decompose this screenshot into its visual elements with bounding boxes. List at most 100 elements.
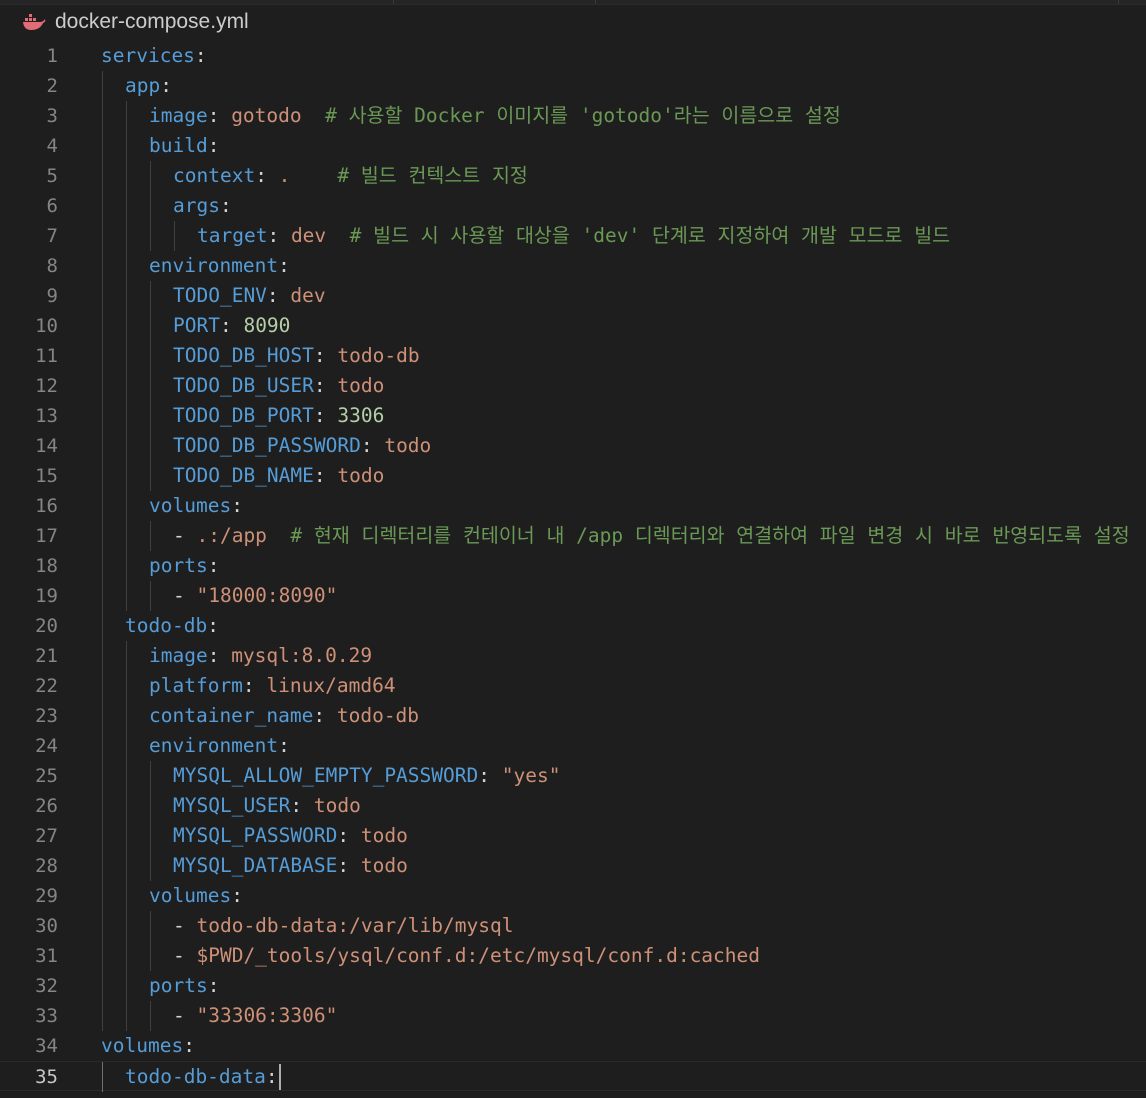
line-number: 33: [35, 1005, 58, 1027]
indent-guide: [102, 221, 103, 251]
code-text: environment:: [149, 251, 290, 281]
code-text: image: gotodo # 사용할 Docker 이미지를 'gotodo'…: [149, 101, 841, 131]
code-line[interactable]: 18 ports:: [0, 551, 1146, 581]
code-token: environment: [149, 734, 279, 757]
indent-guide: [102, 491, 103, 521]
indent-guide: [150, 431, 151, 461]
line-number: 7: [46, 225, 58, 247]
line-number: 20: [35, 615, 58, 637]
indent-guide: [150, 821, 151, 851]
code-line[interactable]: 32 ports:: [0, 971, 1146, 1001]
code-token: image: [149, 644, 208, 667]
code-token: :: [242, 674, 267, 697]
line-number: 32: [35, 975, 58, 997]
line-number: 26: [35, 795, 58, 817]
code-line[interactable]: 17 - .:/app # 현재 디렉터리를 컨테이너 내 /app 디렉터리와 …: [0, 521, 1146, 551]
code-token: todo-db: [125, 614, 208, 637]
indent-guide: [126, 671, 127, 701]
code-line[interactable]: 1 services:: [0, 41, 1146, 71]
code-line[interactable]: 25 MYSQL_ALLOW_EMPTY_PASSWORD: "yes": [0, 761, 1146, 791]
code-text: MYSQL_DATABASE: todo: [173, 851, 408, 881]
code-line[interactable]: 2 app:: [0, 71, 1146, 101]
code-line[interactable]: 33 - "33306:3306": [0, 1001, 1146, 1031]
code-line[interactable]: 16 volumes:: [0, 491, 1146, 521]
indent-guide: [102, 911, 103, 941]
code-line[interactable]: 23 container_name: todo-db: [0, 701, 1146, 731]
code-line[interactable]: 31 - $PWD/_tools/ysql/conf.d:/etc/mysql/c…: [0, 941, 1146, 971]
code-line[interactable]: 5 context: . # 빌드 컨텍스트 지정: [0, 161, 1146, 191]
code-line[interactable]: 21 image: mysql:8.0.29: [0, 641, 1146, 671]
code-text: TODO_DB_HOST: todo-db: [173, 341, 420, 371]
line-number: 21: [35, 645, 58, 667]
code-line[interactable]: 30 - todo-db-data:/var/lib/mysql: [0, 911, 1146, 941]
code-token: :: [207, 644, 232, 667]
code-token: :: [360, 434, 385, 457]
code-token: :: [231, 884, 243, 907]
code-editor[interactable]: 1 services: 2 app: 3 image: gotodo # 사용할 Dock…: [0, 41, 1146, 1098]
code-token: todo: [360, 854, 408, 877]
code-token: volumes: [149, 884, 232, 907]
code-token: app: [125, 74, 161, 97]
code-token: ports: [149, 554, 208, 577]
code-line[interactable]: 15 TODO_DB_NAME: todo: [0, 461, 1146, 491]
code-token: "yes": [501, 764, 561, 787]
code-line[interactable]: 11 TODO_DB_HOST: todo-db: [0, 341, 1146, 371]
code-token: :: [266, 284, 291, 307]
indent-guide: [126, 881, 127, 911]
indent-guide: [126, 251, 127, 281]
code-token: -: [173, 524, 197, 547]
code-line[interactable]: 24 environment:: [0, 731, 1146, 761]
indent-guide: [102, 821, 103, 851]
indent-guide: [150, 311, 151, 341]
code-line[interactable]: 7 target: dev # 빌드 시 사용할 대상을 'dev' 단계로 지정…: [0, 221, 1146, 251]
code-line[interactable]: 14 TODO_DB_PASSWORD: todo: [0, 431, 1146, 461]
code-line[interactable]: 20 todo-db:: [0, 611, 1146, 641]
code-text: build:: [149, 131, 219, 161]
code-line[interactable]: 8 environment:: [0, 251, 1146, 281]
code-line[interactable]: 10 PORT: 8090: [0, 311, 1146, 341]
code-line[interactable]: 12 TODO_DB_USER: todo: [0, 371, 1146, 401]
indent-guide: [102, 1062, 103, 1092]
code-token: :: [255, 164, 279, 187]
code-line[interactable]: 34 volumes:: [0, 1031, 1146, 1061]
code-line[interactable]: 27 MYSQL_PASSWORD: todo: [0, 821, 1146, 851]
code-line[interactable]: 29 volumes:: [0, 881, 1146, 911]
code-token: :: [231, 494, 243, 517]
code-token: :: [337, 854, 361, 877]
indent-guide: [150, 221, 151, 251]
code-token: $PWD/_tools/ysql/conf.d:/etc/mysql/conf.…: [196, 944, 761, 967]
indent-guide: [102, 1001, 103, 1031]
indent-guide: [150, 941, 151, 971]
code-token: target: [197, 224, 268, 247]
code-text: args:: [173, 191, 232, 221]
line-number: 19: [35, 585, 58, 607]
file-tab[interactable]: docker-compose.yml: [0, 4, 1146, 40]
code-line[interactable]: 3 image: gotodo # 사용할 Docker 이미지를 'gotodo…: [0, 101, 1146, 131]
code-text: TODO_DB_PORT: 3306: [173, 401, 384, 431]
code-line[interactable]: 22 platform: linux/amd64: [0, 671, 1146, 701]
code-token: PORT: [173, 314, 220, 337]
indent-guide: [102, 71, 103, 101]
indent-guide: [102, 731, 103, 761]
indent-guide: [150, 341, 151, 371]
indent-guide: [150, 1001, 151, 1031]
indent-guide: [102, 311, 103, 341]
code-token: todo: [360, 824, 408, 847]
code-line[interactable]: 19 - "18000:8090": [0, 581, 1146, 611]
code-token: -: [173, 914, 197, 937]
code-line[interactable]: 28 MYSQL_DATABASE: todo: [0, 851, 1146, 881]
code-line[interactable]: 26 MYSQL_USER: todo: [0, 791, 1146, 821]
code-token: services: [101, 44, 195, 67]
indent-guide: [102, 851, 103, 881]
code-token: volumes: [149, 494, 232, 517]
code-token: todo: [337, 464, 385, 487]
code-line[interactable]: 35 todo-db-data:: [0, 1061, 1146, 1092]
code-line[interactable]: 9 TODO_ENV: dev: [0, 281, 1146, 311]
code-line[interactable]: 6 args:: [0, 191, 1146, 221]
indent-guide: [150, 911, 151, 941]
code-text: platform: linux/amd64: [149, 671, 396, 701]
code-token: .: [278, 164, 291, 187]
code-token: :: [313, 404, 338, 427]
code-line[interactable]: 13 TODO_DB_PORT: 3306: [0, 401, 1146, 431]
code-line[interactable]: 4 build:: [0, 131, 1146, 161]
